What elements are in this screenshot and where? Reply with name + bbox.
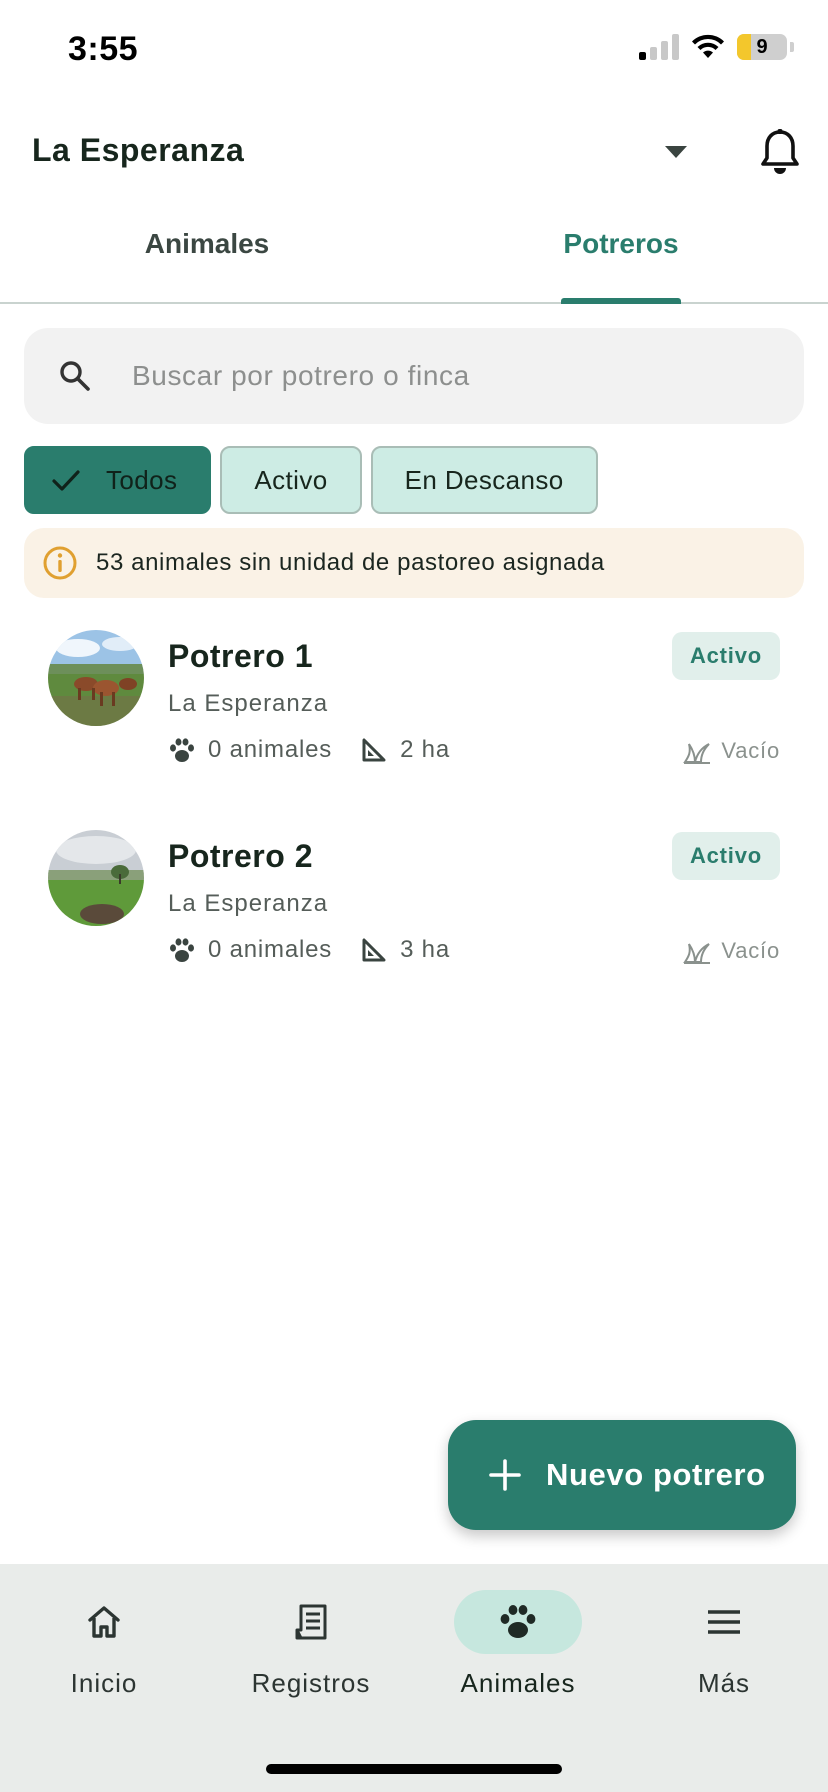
wifi-icon [692, 34, 724, 58]
paddock-photo [48, 830, 144, 926]
plus-icon [489, 1459, 521, 1491]
nav-icon-container [40, 1590, 168, 1654]
paw-icon [500, 1605, 536, 1638]
tab-animales[interactable]: Animales [0, 212, 414, 302]
search-icon [60, 361, 90, 391]
status-badge: Activo [671, 832, 780, 880]
unassigned-animals-banner[interactable]: 53 animales sin unidad de pastoreo asign… [24, 528, 804, 598]
filter-chip-activo[interactable]: Activo [220, 446, 362, 514]
paddock-photo [48, 630, 144, 726]
paddock-area: 2 ha [400, 736, 450, 763]
nav-icon-container [454, 1590, 582, 1654]
nav-icon-container [660, 1590, 788, 1654]
cellular-signal-icon [639, 34, 679, 60]
area-ruler-icon [362, 738, 386, 762]
paddock-area: 3 ha [400, 936, 450, 963]
paw-icon [170, 938, 194, 962]
paddock-item[interactable]: Potrero 1 La Esperanza 0 animales 2 ha A… [0, 620, 828, 820]
bell-icon[interactable] [758, 128, 802, 176]
status-icons: 9 [639, 34, 794, 60]
paddock-list: Potrero 1 La Esperanza 0 animales 2 ha A… [0, 620, 828, 1020]
filter-chip-todos[interactable]: Todos [24, 446, 212, 514]
area-ruler-icon [362, 938, 386, 962]
battery-cap [790, 42, 794, 52]
paddock-item[interactable]: Potrero 2 La Esperanza 0 animales 3 ha A… [0, 820, 828, 1020]
chip-label: Todos [106, 464, 178, 495]
paddock-load: Vacío [683, 938, 780, 964]
tab-label: Animales [144, 228, 270, 259]
nav-icon-container [247, 1590, 375, 1654]
banner-text: 53 animales sin unidad de pastoreo asign… [96, 549, 605, 576]
info-icon [43, 546, 77, 580]
nav-label: Más [697, 1668, 751, 1698]
app-header: La Esperanza [0, 110, 828, 194]
paddock-load: Vacío [683, 738, 780, 764]
nav-item-animales[interactable]: Animales [428, 1590, 608, 1699]
fab-label: Nuevo potrero [546, 1457, 766, 1492]
nav-label: Animales [460, 1668, 576, 1698]
status-bar: 3:55 9 [0, 0, 828, 100]
search-input[interactable] [132, 360, 732, 392]
section-tabs: Animales Potreros [0, 212, 828, 304]
battery-icon: 9 [737, 34, 787, 60]
farm-selector-label[interactable]: La Esperanza [32, 132, 244, 169]
paddock-name: Potrero 2 [168, 838, 313, 874]
battery-level: 9 [756, 35, 768, 58]
nav-item-mas[interactable]: Más [634, 1590, 814, 1699]
nav-label: Registros [251, 1668, 371, 1698]
tab-active-indicator [561, 298, 681, 304]
paddock-animal-count: 0 animales [208, 736, 333, 763]
tab-label: Potreros [563, 228, 679, 259]
records-icon [295, 1604, 327, 1640]
home-icon [88, 1606, 120, 1638]
paddock-load-label: Vacío [721, 938, 780, 963]
paddock-load-label: Vacío [721, 738, 780, 763]
grass-icon [683, 743, 711, 764]
paddock-animal-count: 0 animales [208, 936, 333, 963]
home-indicator[interactable] [266, 1764, 562, 1774]
paddock-meta: 0 animales 2 ha [168, 736, 450, 764]
paddock-meta: 0 animales 3 ha [168, 936, 450, 964]
check-icon [52, 470, 80, 491]
bottom-navigation: Inicio Registros Animales Más [0, 1564, 828, 1792]
filter-chips: Todos Activo En Descanso [24, 446, 598, 514]
paddock-farm: La Esperanza [168, 890, 329, 917]
caret-down-icon[interactable] [662, 140, 690, 164]
paddock-name: Potrero 1 [168, 638, 313, 674]
status-time: 3:55 [68, 30, 139, 68]
chip-label: Activo [254, 464, 328, 495]
menu-icon [708, 1610, 740, 1634]
new-paddock-button[interactable]: Nuevo potrero [448, 1420, 796, 1530]
chip-label: En Descanso [404, 464, 564, 495]
paw-icon [170, 738, 194, 762]
search-bar[interactable] [24, 328, 804, 424]
filter-chip-en-descanso[interactable]: En Descanso [370, 446, 598, 514]
nav-label: Inicio [70, 1668, 138, 1698]
paddock-farm: La Esperanza [168, 690, 329, 717]
nav-item-registros[interactable]: Registros [221, 1590, 401, 1699]
grass-icon [683, 943, 711, 964]
tab-potreros[interactable]: Potreros [414, 212, 828, 304]
nav-item-inicio[interactable]: Inicio [14, 1590, 194, 1699]
status-badge: Activo [671, 632, 780, 680]
